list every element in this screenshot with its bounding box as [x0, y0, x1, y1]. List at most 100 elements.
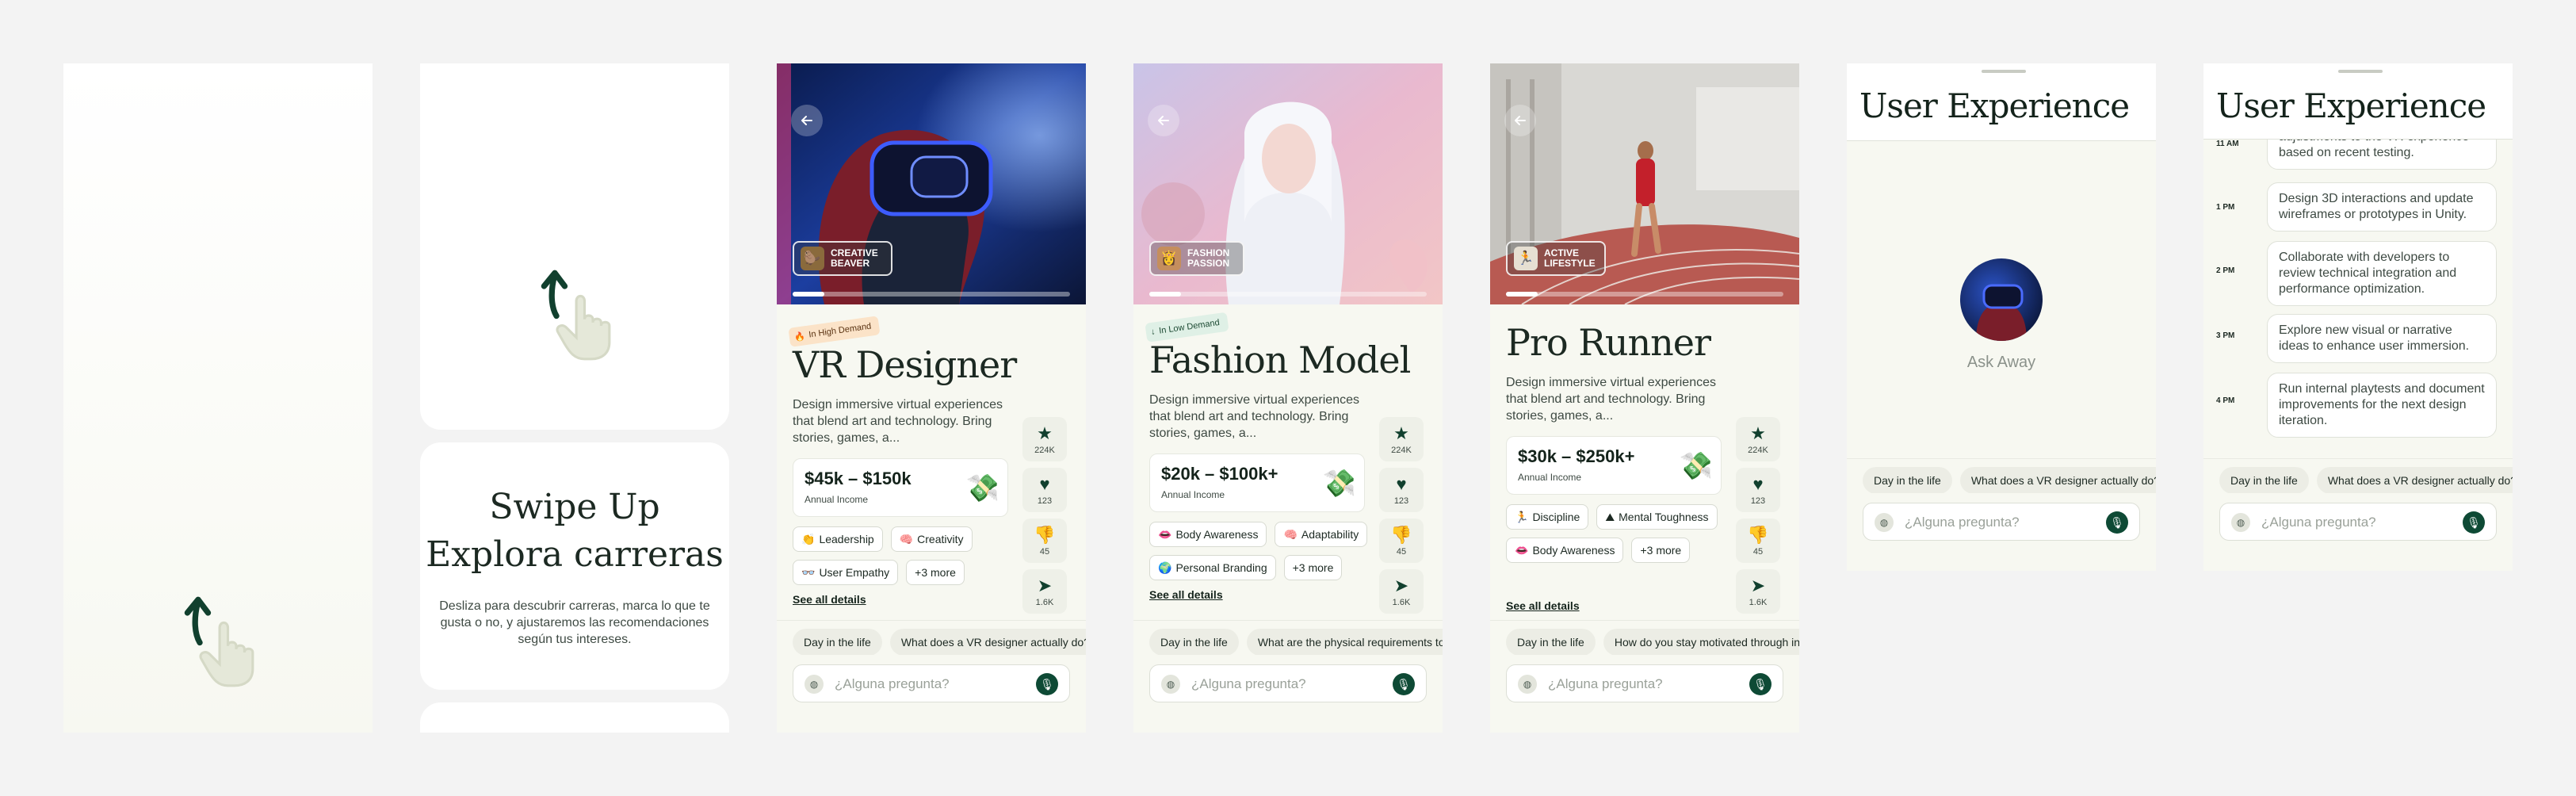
income-range: $30k – $250k+	[1518, 446, 1635, 466]
attach-icon[interactable]: ◍	[1875, 513, 1894, 532]
story-progress	[793, 292, 1070, 297]
question-chip[interactable]: Day in the life	[1506, 629, 1596, 655]
sheet-header: User Experience	[1847, 63, 2156, 141]
more-skills-chip[interactable]: +3 more	[906, 560, 965, 585]
question-input[interactable]: ◍ ¿Alguna pregunta? 🎙	[1149, 664, 1427, 702]
timeline-time: 4 PM	[2216, 396, 2235, 405]
attach-icon[interactable]: ◍	[805, 675, 824, 694]
back-button[interactable]	[1504, 105, 1536, 136]
income-range: $20k – $100k+	[1161, 464, 1278, 484]
mic-icon[interactable]: 🎙	[2463, 511, 2485, 534]
skill-chip[interactable]: 🌍 Personal Branding	[1149, 555, 1276, 580]
persona-label: ACTIVE LIFESTYLE	[1544, 247, 1596, 269]
more-skills-chip[interactable]: +3 more	[1631, 538, 1691, 563]
timeline-entry: Run internal playtests and document impr…	[2267, 373, 2497, 438]
question-chip[interactable]: What are the physical requirements to	[1246, 629, 1443, 655]
career-description: Design immersive virtual experiences tha…	[1149, 393, 1359, 440]
dislike-button[interactable]: 👎 45	[1022, 519, 1067, 563]
back-arrow-icon	[801, 116, 812, 125]
back-button[interactable]	[791, 105, 823, 136]
skill-chip[interactable]: 👄 Body Awareness	[1506, 538, 1624, 563]
income-card: $20k – $100k+ Annual Income 💸	[1149, 453, 1365, 512]
share-button[interactable]: ➤ 1.6K	[1379, 569, 1424, 614]
dislike-button[interactable]: 👎 45	[1736, 519, 1780, 563]
like-button[interactable]: ♥ 123	[1736, 468, 1780, 512]
skill-chips: 🏃 Discipline ⛰ Mental Toughness 👄 Body Awar…	[1506, 504, 1729, 563]
dislike-button[interactable]: 👎 45	[1379, 519, 1424, 563]
skill-chip[interactable]: 👓 User Empathy	[793, 560, 899, 585]
question-chip[interactable]: Day in the life	[2219, 467, 2309, 493]
see-all-details-link[interactable]: See all details	[1149, 588, 1223, 601]
mic-icon[interactable]: 🎙	[2106, 511, 2128, 534]
career-card-vr-designer[interactable]: 🦫 CREATIVE BEAVER 🔥 In High Demand VR De…	[777, 63, 1086, 733]
skill-chips: 👏 Leadership 🧠 Creativity 👓 User Empathy +3…	[793, 526, 1016, 585]
career-card-pro-runner[interactable]: 🏃 ACTIVE LIFESTYLE Pro Runner Design imm…	[1490, 63, 1799, 733]
mic-icon[interactable]: 🎙	[1749, 673, 1771, 695]
career-description: Design immersive virtual experiences tha…	[1506, 376, 1716, 423]
ask-away-label: Ask Away	[1966, 354, 2036, 371]
star-button[interactable]: ★ 224K	[1736, 417, 1780, 461]
question-input[interactable]: ◍ ¿Alguna pregunta? 🎙	[2219, 503, 2497, 541]
question-chip[interactable]: What does a VR designer actually do?	[2316, 467, 2513, 493]
attach-icon[interactable]: ◍	[2231, 513, 2250, 532]
demand-label: In High Demand	[808, 321, 873, 340]
skill-chip[interactable]: ⛰ Mental Toughness	[1596, 504, 1718, 530]
question-chip[interactable]: How do you stay motivated through inj	[1603, 629, 1799, 655]
skill-chip[interactable]: 👏 Leadership	[793, 526, 883, 552]
drag-handle[interactable]	[1982, 70, 2026, 73]
explore-heading: Explora carreras	[426, 534, 724, 575]
thumbs-down-icon: 👎	[1390, 524, 1412, 545]
see-all-details-link[interactable]: See all details	[1506, 599, 1580, 612]
share-button[interactable]: ➤ 1.6K	[1736, 569, 1780, 614]
skill-chip[interactable]: 🧠 Creativity	[890, 526, 973, 552]
attach-icon[interactable]: ◍	[1518, 675, 1537, 694]
mic-icon[interactable]: 🎙	[1393, 673, 1415, 695]
heart-icon: ♥	[1752, 473, 1764, 494]
question-placeholder: ¿Alguna pregunta?	[835, 676, 950, 691]
arrow-down-icon: ↓	[1150, 327, 1156, 338]
more-skills-chip[interactable]: +3 more	[1283, 555, 1343, 580]
back-arrow-icon	[1515, 116, 1526, 125]
back-arrow-icon	[1158, 116, 1169, 125]
action-rail: ★ 224K ♥ 123 👎 45 ➤ 1.6K	[1022, 417, 1067, 620]
drag-handle[interactable]	[2338, 70, 2383, 73]
skill-chip[interactable]: 🧠 Adaptability	[1275, 522, 1368, 547]
question-chip[interactable]: What does a VR designer actually do?	[1959, 467, 2156, 493]
skill-chip[interactable]: 🏃 Discipline	[1506, 504, 1589, 530]
skill-chip[interactable]: 👄 Body Awareness	[1149, 522, 1267, 547]
see-all-details-link[interactable]: See all details	[793, 593, 866, 606]
star-button[interactable]: ★ 224K	[1379, 417, 1424, 461]
question-placeholder: ¿Alguna pregunta?	[1905, 515, 2020, 530]
persona-badge: 🦫 CREATIVE BEAVER	[793, 241, 892, 276]
persona-label: FASHION PASSION	[1187, 247, 1230, 269]
career-description: Design immersive virtual experiences tha…	[793, 398, 1003, 445]
timeline-time: 1 PM	[2216, 203, 2235, 212]
story-progress	[1506, 292, 1783, 297]
suggested-questions: Day in the life How do you stay motivate…	[1490, 620, 1799, 655]
send-icon: ➤	[1750, 575, 1766, 595]
career-card-fashion-model[interactable]: 👸 FASHION PASSION ↓ In Low Demand Fashio…	[1133, 63, 1443, 733]
question-placeholder: ¿Alguna pregunta?	[1548, 676, 1663, 691]
mic-icon[interactable]: 🎙	[1036, 673, 1058, 695]
back-button[interactable]	[1148, 105, 1179, 136]
star-icon: ★	[1393, 423, 1409, 443]
question-chip[interactable]: What does a VR designer actually do?	[889, 629, 1086, 655]
suggested-questions: Day in the life What does a VR designer …	[777, 620, 1086, 655]
runner-icon: 🏃	[1514, 247, 1538, 270]
suggested-questions: Day in the life What does a VR designer …	[1847, 458, 2156, 493]
star-button[interactable]: ★ 224K	[1022, 417, 1067, 461]
question-input[interactable]: ◍ ¿Alguna pregunta? 🎙	[1506, 664, 1783, 702]
attach-icon[interactable]: ◍	[1161, 675, 1180, 694]
question-chip[interactable]: Day in the life	[1149, 629, 1239, 655]
career-title: Pro Runner	[1506, 321, 1711, 364]
income-card: $45k – $150k Annual Income 💸	[793, 458, 1008, 517]
share-button[interactable]: ➤ 1.6K	[1022, 569, 1067, 614]
like-button[interactable]: ♥ 123	[1022, 468, 1067, 512]
question-input[interactable]: ◍ ¿Alguna pregunta? 🎙	[793, 664, 1070, 702]
question-chip[interactable]: Day in the life	[1863, 467, 1952, 493]
income-label: Annual Income	[1161, 489, 1225, 500]
question-input[interactable]: ◍ ¿Alguna pregunta? 🎙	[1863, 503, 2140, 541]
swipe-heading: Swipe Up	[489, 487, 660, 527]
question-chip[interactable]: Day in the life	[793, 629, 882, 655]
like-button[interactable]: ♥ 123	[1379, 468, 1424, 512]
